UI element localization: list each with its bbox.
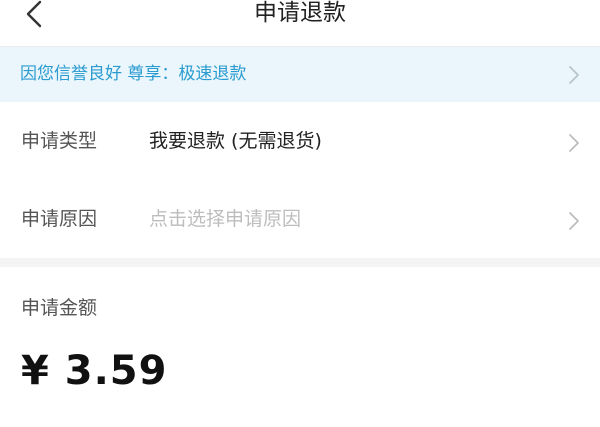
refund-type-row[interactable]: 申请类型 我要退款 (无需退货) [0, 102, 600, 180]
fast-refund-notice[interactable]: 因您信誉良好 尊享：极速退款 [0, 47, 600, 102]
refund-type-label: 申请类型 [21, 130, 98, 152]
refund-reason-row[interactable]: 申请原因 点击选择申请原因 [0, 180, 600, 258]
refund-amount-value: ¥ 3.59 [21, 348, 168, 394]
refund-amount-label: 申请金额 [21, 297, 98, 319]
page-title: 申请退款 [254, 0, 346, 26]
refund-reason-label: 申请原因 [21, 208, 98, 230]
chevron-right-icon [569, 66, 579, 84]
top-bar: 申请退款 [0, 0, 600, 47]
refund-type-value: 我要退款 (无需退货) [149, 130, 322, 152]
chevron-right-icon [569, 212, 579, 230]
notice-text: 因您信誉良好 尊享：极速退款 [20, 64, 247, 84]
refund-reason-placeholder: 点击选择申请原因 [149, 208, 302, 230]
refund-amount-section: 申请金额 ¥ 3.59 [0, 267, 600, 427]
chevron-right-icon [569, 134, 579, 152]
refund-form: 申请类型 我要退款 (无需退货) 申请原因 点击选择申请原因 [0, 102, 600, 258]
